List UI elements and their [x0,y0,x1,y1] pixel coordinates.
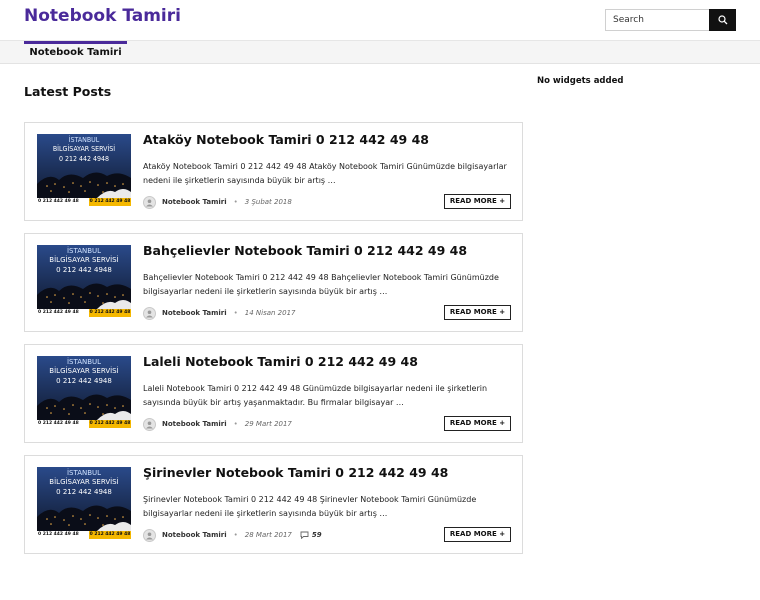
post-author[interactable]: Notebook Tamiri [162,309,227,317]
post-card: İSTANBUL BİLGİSAYAR SERVİSİ 0 212 442 49… [24,344,523,443]
user-avatar-icon [143,528,156,542]
read-more-button[interactable]: READ MORE + [444,416,511,431]
thumbnail-text-line1: İSTANBUL [66,469,102,477]
post-author[interactable]: Notebook Tamiri [162,531,227,539]
thumbnail-text-line2: BİLGİSAYAR SERVİSİ [49,478,119,486]
post-meta: Notebook Tamiri • 3 Şubat 2018 [143,195,292,209]
read-more-button[interactable]: READ MORE + [444,527,511,542]
thumbnail-text-line1: İSTANBUL [68,136,100,144]
post-excerpt: Laleli Notebook Tamiri 0 212 442 49 48 G… [143,384,488,407]
post-excerpt: Ataköy Notebook Tamiri 0 212 442 49 48 A… [143,162,507,185]
post-title[interactable]: Şirinevler Notebook Tamiri 0 212 442 49 … [143,465,448,480]
post-author[interactable]: Notebook Tamiri [162,420,227,428]
post-meta: Notebook Tamiri • 29 Mart 2017 [143,417,292,431]
post-card: İSTANBUL BİLGİSAYAR SERVİSİ 0 212 442 49… [24,122,523,221]
meta-separator: • [233,309,238,317]
thumbnail-footer-right: 0 212 442 49 48 [89,199,131,204]
post-card: İSTANBUL BİLGİSAYAR SERVİSİ 0 212 442 49… [24,233,523,332]
thumbnail-text-line2: BİLGİSAYAR SERVİSİ [52,145,116,153]
search-input[interactable] [605,9,709,31]
post-meta: Notebook Tamiri • 14 Nisan 2017 [143,306,296,320]
post-card: İSTANBUL BİLGİSAYAR SERVİSİ 0 212 442 49… [24,455,523,554]
comment-icon [300,531,309,539]
post-date: 14 Nisan 2017 [244,309,296,317]
post-title[interactable]: Bahçelievler Notebook Tamiri 0 212 442 4… [143,243,467,258]
section-title: Latest Posts [24,84,112,99]
main-nav: Notebook Tamiri [0,40,760,64]
read-more-button[interactable]: READ MORE + [444,305,511,320]
search-icon [717,15,727,25]
post-date: 28 Mart 2017 [244,531,292,539]
search-button[interactable] [709,9,736,31]
thumbnail-text-line3: 0 212 442 4948 [56,266,112,274]
post-thumbnail[interactable]: İSTANBUL BİLGİSAYAR SERVİSİ 0 212 442 49… [37,245,131,317]
post-thumbnail[interactable]: İSTANBUL BİLGİSAYAR SERVİSİ 0 212 442 49… [37,356,131,428]
post-thumbnail[interactable]: İSTANBUL BİLGİSAYAR SERVİSİ 0 212 442 49… [37,467,131,539]
user-avatar-icon [143,417,156,431]
thumbnail-footer-right: 0 212 442 49 48 [89,310,131,315]
read-more-button[interactable]: READ MORE + [444,194,511,209]
post-date: 29 Mart 2017 [244,420,292,428]
search-form [605,9,736,31]
thumbnail-text-line1: İSTANBUL [66,358,102,366]
post-excerpt: Şirinevler Notebook Tamiri 0 212 442 49 … [143,495,477,518]
meta-separator: • [233,420,238,428]
post-meta: Notebook Tamiri • 28 Mart 2017 59 [143,528,322,542]
user-avatar-icon [143,195,156,209]
site-title[interactable]: Notebook Tamiri [24,6,181,26]
post-thumbnail[interactable]: İSTANBUL BİLGİSAYAR SERVİSİ 0 212 442 49… [37,134,131,206]
thumbnail-footer-right: 0 212 442 49 48 [89,532,131,537]
post-date: 3 Şubat 2018 [244,198,292,206]
post-title[interactable]: Laleli Notebook Tamiri 0 212 442 49 48 [143,354,418,369]
post-author[interactable]: Notebook Tamiri [162,198,227,206]
thumbnail-text-line2: BİLGİSAYAR SERVİSİ [49,367,119,375]
thumbnail-text-line2: BİLGİSAYAR SERVİSİ [49,256,119,264]
sidebar-widget-note: No widgets added [537,76,624,86]
meta-separator: • [233,531,238,539]
post-title[interactable]: Ataköy Notebook Tamiri 0 212 442 49 48 [143,132,429,147]
nav-item-notebook-tamiri[interactable]: Notebook Tamiri [24,41,127,64]
thumbnail-text-line3: 0 212 442 4948 [58,155,110,163]
thumbnail-footer-right: 0 212 442 49 48 [89,421,131,426]
thumbnail-footer-left: 0 212 442 49 48 [38,421,79,426]
comment-count[interactable]: 59 [312,531,322,539]
meta-separator: • [233,198,238,206]
thumbnail-text-line3: 0 212 442 4948 [56,377,112,385]
post-excerpt: Bahçelievler Notebook Tamiri 0 212 442 4… [143,273,499,296]
thumbnail-footer-left: 0 212 442 49 48 [38,199,79,204]
thumbnail-footer-left: 0 212 442 49 48 [38,532,79,537]
thumbnail-text-line1: İSTANBUL [66,247,102,255]
user-avatar-icon [143,306,156,320]
thumbnail-text-line3: 0 212 442 4948 [56,488,112,496]
thumbnail-footer-left: 0 212 442 49 48 [38,310,79,315]
